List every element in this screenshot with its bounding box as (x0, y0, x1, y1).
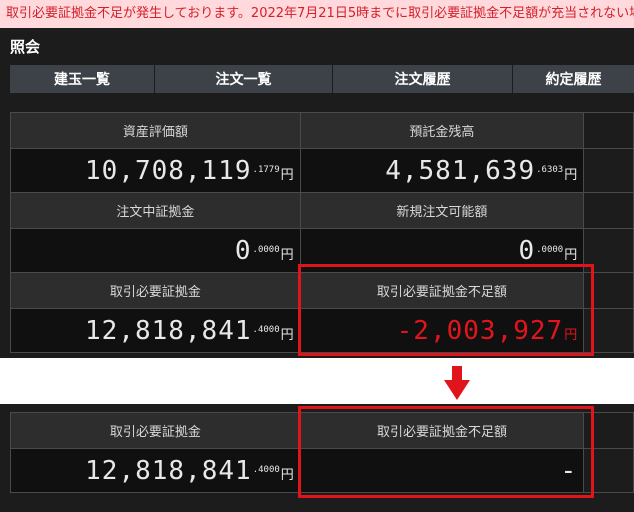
tab-execution-history[interactable]: 約定履歴 (513, 65, 634, 93)
tab-orders[interactable]: 注文一覧 (155, 65, 333, 93)
order-margin: 0.0000円 (10, 228, 301, 273)
arrow-down-icon (444, 366, 470, 400)
deposit-balance-label: 預託金残高 (299, 112, 585, 149)
required-margin: 12,818,841.4000円 (10, 308, 301, 353)
tab-positions[interactable]: 建玉一覧 (10, 65, 155, 93)
tab-order-history[interactable]: 注文履歴 (333, 65, 513, 93)
alert-text: 取引必要証拠金不足が発生しております。2022年7月21日5時までに取引必要証拠… (6, 6, 634, 21)
after-required-margin-label: 取引必要証拠金 (10, 412, 301, 449)
margin-shortfall: -2,003,927円 (299, 308, 585, 353)
after-margin-shortfall-label: 取引必要証拠金不足額 (299, 412, 585, 449)
after-summary-table: 取引必要証拠金 取引必要証拠金不足額 12,818,841.4000円 - (10, 412, 634, 493)
after-margin-shortfall: - (299, 448, 585, 493)
order-margin-label: 注文中証拠金 (10, 192, 301, 229)
inquiry-panel: 照会 建玉一覧 注文一覧 注文履歴 約定履歴 資産評価額 預託金残高 10,70… (0, 28, 634, 358)
after-panel: 取引必要証拠金 取引必要証拠金不足額 12,818,841.4000円 - (0, 404, 634, 512)
margin-shortfall-alert: 取引必要証拠金不足が発生しております。2022年7月21日5時までに取引必要証拠… (0, 0, 634, 28)
deposit-balance: 4,581,639.6303円 (299, 148, 585, 193)
panel-title: 照会 (10, 38, 41, 56)
after-required-margin: 12,818,841.4000円 (10, 448, 301, 493)
asset-value-label: 資産評価額 (10, 112, 301, 149)
required-margin-label: 取引必要証拠金 (10, 272, 301, 309)
account-summary-table: 資産評価額 預託金残高 10,708,119.1779円 4,581,639.6… (10, 112, 634, 353)
new-order-capacity-label: 新規注文可能額 (299, 192, 585, 229)
inquiry-tabs: 建玉一覧 注文一覧 注文履歴 約定履歴 (10, 65, 634, 93)
asset-value: 10,708,119.1779円 (10, 148, 301, 193)
margin-shortfall-label: 取引必要証拠金不足額 (299, 272, 585, 309)
new-order-capacity: 0.0000円 (299, 228, 585, 273)
